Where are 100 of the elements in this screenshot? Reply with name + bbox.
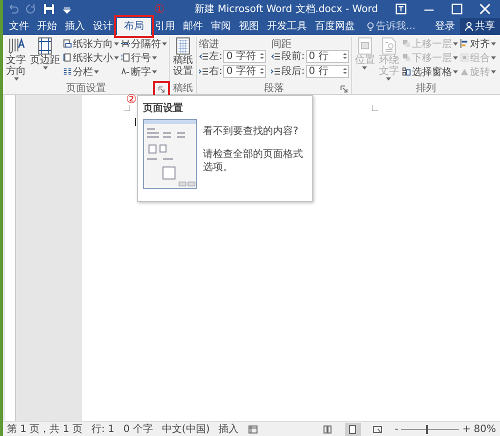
ribbon-button[interactable]: 断字	[121, 65, 167, 78]
caret-icon	[490, 56, 496, 60]
tell-me-field[interactable]: 告诉我...	[363, 18, 420, 35]
ribbon-button[interactable]: 分隔符	[121, 37, 167, 50]
caret-icon	[386, 77, 392, 81]
send-backward-icon	[402, 53, 411, 62]
page-orientation-icon	[63, 39, 72, 48]
text-direction-icon	[7, 37, 25, 55]
status-text: 0 个字	[123, 422, 153, 436]
ribbon-tab[interactable]: 审阅	[207, 18, 235, 35]
page-icon	[348, 424, 358, 434]
ribbon-button[interactable]: 行号	[121, 51, 167, 64]
step-number: ①	[154, 3, 165, 15]
zoom-in-button[interactable]: +	[462, 424, 471, 434]
spacing-icon	[271, 66, 280, 76]
number-field[interactable]: 0 字符	[223, 50, 266, 62]
ribbon-button[interactable]: 纸张大小	[63, 51, 119, 64]
group-icon	[460, 53, 469, 62]
line-numbers-icon	[121, 53, 130, 62]
sign-in-link[interactable]: 登录	[430, 18, 460, 35]
field-label: 左:	[209, 50, 222, 63]
ribbon-button[interactable]: 纸张方向	[63, 37, 119, 50]
page-size-icon	[63, 53, 72, 62]
margin-corner-icon	[124, 105, 130, 111]
ribbon-button[interactable]: 对齐	[460, 37, 496, 50]
field-label: 段后:	[281, 64, 305, 78]
section-heading: 缩进	[199, 38, 220, 48]
page-break-icon	[121, 39, 130, 48]
caret-icon	[114, 56, 119, 60]
ribbon-button[interactable]: 页边距	[29, 37, 61, 82]
share-button[interactable]: 共享	[460, 18, 500, 35]
tooltip-text: 看不到要查找的内容?	[203, 125, 300, 138]
window-title: 新建 Microsoft Word 文档.docx - Word	[194, 2, 378, 16]
print-layout-button[interactable]	[344, 422, 361, 436]
caret-icon	[490, 70, 496, 74]
book-icon	[323, 424, 332, 434]
indent-icon	[199, 66, 208, 76]
ribbon-tab[interactable]: 视图	[235, 18, 263, 35]
spinner-icon[interactable]	[260, 67, 264, 75]
hyphenation-icon	[121, 67, 130, 76]
spinner-icon[interactable]	[342, 67, 347, 75]
caret-icon	[452, 70, 458, 74]
number-field[interactable]: 0 行	[306, 50, 349, 62]
zoom-out-button[interactable]: -	[394, 424, 398, 434]
bring-forward-icon	[402, 39, 411, 48]
caret-icon	[94, 70, 99, 74]
indent-icon	[199, 52, 208, 60]
caret-icon	[452, 42, 458, 46]
selection-pane-icon	[402, 67, 411, 76]
caret-icon	[152, 70, 157, 74]
status-text: 中文(中国)	[162, 422, 210, 436]
ribbon-button[interactable]: 选择窗格	[402, 65, 458, 78]
group-label: 稿纸	[173, 82, 193, 95]
ribbon-tab[interactable]: 布局	[117, 18, 151, 35]
ribbon-button[interactable]: 文字方向	[5, 37, 27, 82]
spinner-icon[interactable]	[260, 52, 264, 60]
tooltip-title: 页面设置	[143, 102, 184, 115]
caret-icon	[490, 42, 496, 46]
person-icon	[465, 22, 473, 30]
spinner-icon[interactable]	[342, 52, 347, 60]
ribbon-button[interactable]: 分栏	[63, 65, 119, 78]
ribbon-tab[interactable]: 百度网盘	[311, 18, 359, 35]
save-icon[interactable]	[43, 3, 55, 15]
step-number: ②	[126, 93, 137, 105]
ribbon-button[interactable]: 稿纸设置	[172, 37, 194, 82]
dialog-launcher-icon[interactable]	[340, 85, 348, 93]
rotate-icon	[460, 67, 469, 76]
status-text: 行: 1	[91, 423, 114, 436]
columns-icon	[63, 67, 72, 76]
dialog-preview-drawing	[143, 119, 197, 189]
section-heading: 间距	[271, 38, 292, 48]
caret-icon	[362, 66, 368, 70]
ribbon-tab[interactable]: 引用	[151, 18, 179, 35]
ribbon-tab[interactable]: 邮件	[179, 18, 207, 35]
spacing-icon	[271, 52, 280, 60]
zoom-level[interactable]: 80%	[474, 424, 496, 434]
group-label: 页面设置	[66, 82, 106, 95]
field-label: 右:	[209, 65, 222, 78]
slider-thumb[interactable]	[426, 424, 428, 434]
caret-icon	[42, 66, 48, 70]
number-field[interactable]: 0 字符	[223, 64, 266, 78]
ribbon-tab[interactable]: 开始	[33, 18, 61, 35]
group-label: 段落	[264, 82, 284, 95]
text-cursor	[135, 118, 136, 126]
ribbon-tab[interactable]: 设计	[89, 18, 117, 35]
web-page-icon	[373, 424, 382, 434]
status-text: 第 1 页，共 1 页	[7, 422, 82, 436]
ribbon-tab[interactable]: 文件	[5, 18, 33, 35]
ribbon-tab[interactable]: 插入	[61, 18, 89, 35]
caret-icon	[162, 42, 167, 46]
field-label: 段前:	[281, 50, 305, 63]
margin-corner-icon	[372, 105, 378, 111]
lightbulb-icon	[367, 22, 374, 30]
number-field[interactable]: 0 行	[306, 64, 349, 78]
ribbon-tab[interactable]: 开发工具	[263, 18, 311, 35]
tooltip-text: 请检查全部的页面格式选项。	[203, 148, 304, 174]
caret-icon	[114, 42, 119, 46]
caret-icon	[452, 56, 458, 60]
caret-icon	[14, 77, 18, 81]
status-text: 插入	[218, 422, 239, 436]
